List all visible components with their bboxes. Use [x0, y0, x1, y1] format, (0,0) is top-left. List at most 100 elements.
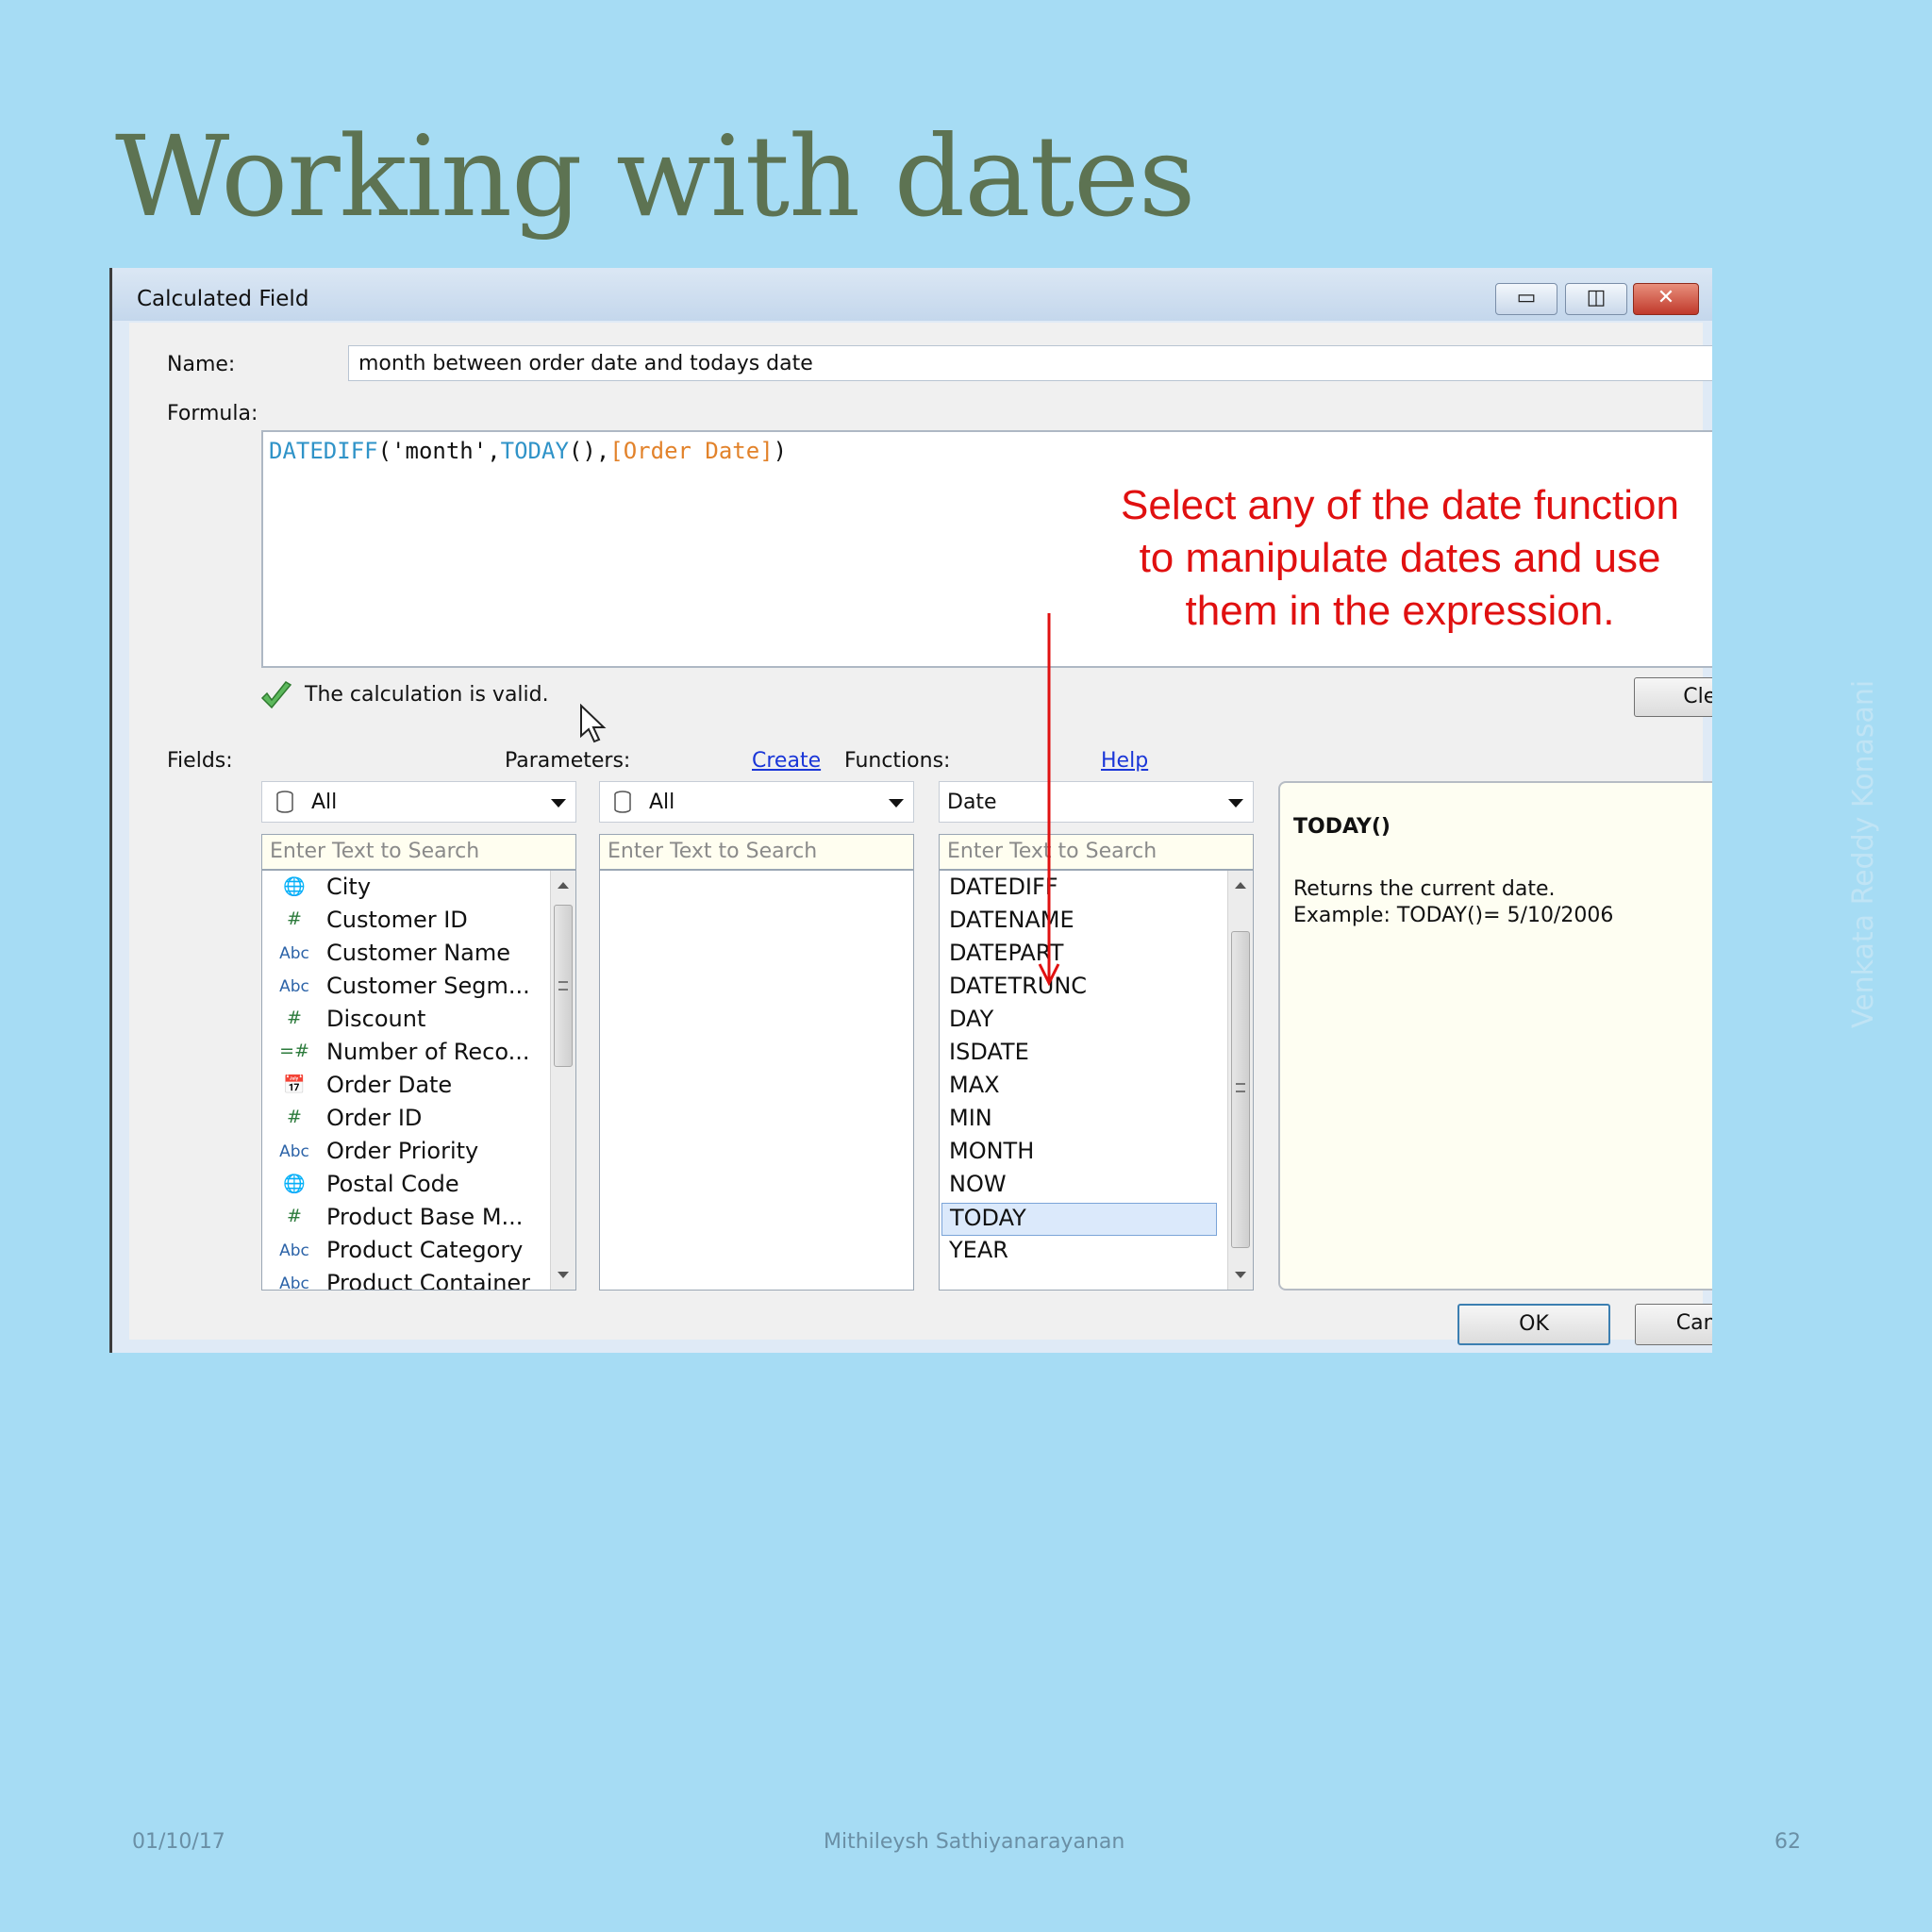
field-type-icon: =#: [279, 1041, 309, 1061]
maximize-icon: ◫: [1586, 286, 1607, 309]
field-type-icon: Abc: [279, 944, 309, 963]
field-name: Postal Code: [326, 1171, 459, 1197]
field-list-item[interactable]: 📅 Order Date: [262, 1071, 553, 1104]
field-list-item[interactable]: 🌐 City: [262, 873, 553, 906]
function-list-item[interactable]: TODAY: [941, 1203, 1217, 1236]
field-name: Customer Segm...: [326, 973, 530, 999]
fields-label: Fields:: [167, 749, 233, 773]
field-list-item[interactable]: =# Number of Reco...: [262, 1038, 553, 1071]
field-list-item[interactable]: # Product Base M...: [262, 1203, 553, 1236]
field-list-item[interactable]: Abc Customer Name: [262, 939, 553, 972]
scroll-down-icon[interactable]: [1235, 1272, 1246, 1278]
database-icon: [276, 791, 293, 813]
help-link[interactable]: Help: [1101, 749, 1148, 773]
formula-paren: (: [377, 438, 392, 464]
function-list-item[interactable]: MIN: [941, 1104, 1217, 1137]
annotation-callout: Select any of the date function to manip…: [975, 479, 1712, 638]
formula-field-ref: [Order Date]: [609, 438, 774, 464]
function-list-item[interactable]: DATETRUNC: [941, 972, 1217, 1005]
function-list-item[interactable]: MAX: [941, 1071, 1217, 1104]
minimize-button[interactable]: ▭: [1495, 283, 1557, 315]
parameters-dropdown[interactable]: All: [599, 781, 914, 823]
help-heading: TODAY(): [1293, 815, 1391, 839]
annotation-arrow-icon: [1038, 613, 1060, 987]
function-list-item[interactable]: ISDATE: [941, 1038, 1217, 1071]
footer-date: 01/10/17: [132, 1830, 225, 1854]
functions-list[interactable]: DATEDIFF DATENAME DATEPART DATETRUNC DAY ISDA…: [939, 870, 1254, 1291]
function-list-item[interactable]: YEAR: [941, 1236, 1217, 1269]
grip-icon: [1236, 1083, 1245, 1092]
function-name: NOW: [949, 1171, 1007, 1197]
functions-scrollbar[interactable]: [1227, 871, 1253, 1290]
annotation-line: them in the expression.: [1185, 588, 1615, 634]
watermark: Venkata Reddy Konasani: [1847, 679, 1880, 1028]
functions-category-dropdown[interactable]: Date: [939, 781, 1254, 823]
formula-label: Formula:: [167, 402, 258, 425]
create-parameter-link[interactable]: Create: [752, 749, 821, 773]
scroll-thumb[interactable]: [554, 905, 573, 1067]
function-list-item[interactable]: NOW: [941, 1170, 1217, 1203]
function-name: MONTH: [949, 1138, 1035, 1164]
scroll-thumb[interactable]: [1231, 931, 1250, 1248]
field-name: Order Date: [326, 1072, 453, 1098]
field-type-icon: #: [287, 1008, 302, 1028]
formula-close-paren: ): [773, 438, 788, 464]
minimize-icon: ▭: [1516, 286, 1537, 309]
fields-dropdown[interactable]: All: [261, 781, 576, 823]
function-name: TODAY: [950, 1205, 1026, 1231]
close-button[interactable]: ✕: [1633, 283, 1699, 315]
field-list-item[interactable]: # Customer ID: [262, 906, 553, 939]
function-list-item[interactable]: MONTH: [941, 1137, 1217, 1170]
function-list-item[interactable]: DATENAME: [941, 906, 1217, 939]
footer-author: Mithileysh Sathiyanarayanan: [824, 1830, 1125, 1854]
annotation-line: Select any of the date function: [1121, 482, 1679, 528]
ok-button[interactable]: OK: [1457, 1304, 1610, 1345]
functions-label: Functions:: [844, 749, 951, 773]
field-list-item[interactable]: Abc Customer Segm...: [262, 972, 553, 1005]
function-list-item[interactable]: DATEPART: [941, 939, 1217, 972]
cancel-button[interactable]: Cancel: [1635, 1304, 1712, 1345]
scroll-down-icon[interactable]: [558, 1272, 569, 1278]
chevron-down-icon: [889, 799, 904, 808]
dialog-client: Name: month between order date and today…: [129, 323, 1712, 1345]
chevron-down-icon: [551, 799, 566, 808]
chevron-down-icon: [1228, 799, 1243, 808]
maximize-button[interactable]: ◫: [1565, 283, 1627, 315]
field-list-item[interactable]: # Order ID: [262, 1104, 553, 1137]
fields-list[interactable]: 🌐 City # Customer ID Abc Customer Name Abc Cust…: [261, 870, 576, 1291]
scroll-up-icon[interactable]: [558, 882, 569, 889]
field-name: Customer ID: [326, 907, 468, 933]
annotation-line: to manipulate dates and use: [1139, 535, 1661, 581]
name-input[interactable]: month between order date and todays date: [348, 345, 1712, 381]
field-name: Discount: [326, 1006, 426, 1032]
functions-category-value: Date: [947, 791, 997, 814]
field-list-item[interactable]: Abc Product Category: [262, 1236, 553, 1269]
dialog-titlebar[interactable]: Calculated Field ▭ ◫ ✕: [112, 268, 1712, 321]
field-list-item[interactable]: Abc Product Container: [262, 1269, 553, 1290]
field-list-item[interactable]: Abc Order Priority: [262, 1137, 553, 1170]
scroll-up-icon[interactable]: [1235, 882, 1246, 889]
dialog-title: Calculated Field: [137, 287, 309, 311]
mouse-cursor-icon: [580, 704, 607, 743]
function-name: YEAR: [949, 1237, 1008, 1263]
parameters-list[interactable]: [599, 870, 914, 1291]
field-type-icon: #: [287, 1107, 302, 1127]
formula-string-arg: 'month': [391, 438, 488, 464]
clear-button[interactable]: Clear: [1634, 677, 1712, 717]
function-list-item[interactable]: DATEDIFF: [941, 873, 1217, 906]
field-name: Product Category: [326, 1237, 524, 1263]
fields-search-input[interactable]: Enter Text to Search: [261, 834, 576, 870]
field-type-icon: #: [287, 1206, 302, 1226]
field-list-item[interactable]: # Discount: [262, 1005, 553, 1038]
parameters-search-input[interactable]: Enter Text to Search: [599, 834, 914, 870]
fields-scrollbar[interactable]: [550, 871, 575, 1290]
checkmark-icon: [260, 681, 292, 709]
footer-page-number: 62: [1774, 1830, 1801, 1854]
formula-editor[interactable]: DATEDIFF('month',TODAY(),[Order Date]) S…: [261, 430, 1712, 668]
formula-parens: (): [568, 438, 596, 464]
field-name: Number of Reco...: [326, 1039, 530, 1065]
functions-search-input[interactable]: Enter Text to Search: [939, 834, 1254, 870]
field-name: Order ID: [326, 1105, 423, 1131]
function-list-item[interactable]: DAY: [941, 1005, 1217, 1038]
field-list-item[interactable]: 🌐 Postal Code: [262, 1170, 553, 1203]
